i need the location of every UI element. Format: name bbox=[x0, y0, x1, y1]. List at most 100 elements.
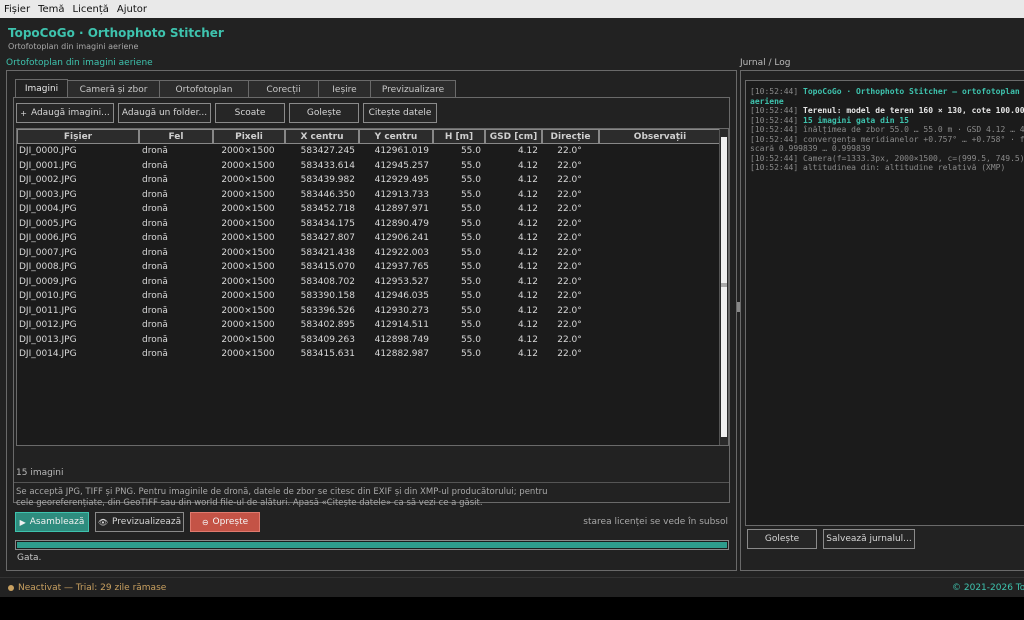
table-cell: 4.12 bbox=[517, 320, 538, 331]
action-bar: ▶ Asamblează 👁 Previzualizează ⊖ Oprește bbox=[15, 512, 260, 532]
column-header[interactable]: Y centru bbox=[359, 129, 433, 144]
table-cell: 22.0° bbox=[557, 320, 582, 331]
table-row[interactable]: DJI_0012.JPG dronă 2000×1500 583402.895 4129… bbox=[17, 318, 721, 333]
menu-theme[interactable]: Temă bbox=[38, 4, 64, 15]
table-row[interactable]: DJI_0008.JPG dronă 2000×1500 583415.070 4129… bbox=[17, 260, 721, 275]
app-title: TopoCoGo · Orthophoto Stitcher bbox=[8, 26, 224, 40]
table-row[interactable]: DJI_0010.JPG dronă 2000×1500 583390.158 4129… bbox=[17, 289, 721, 304]
table-row[interactable]: DJI_0006.JPG dronă 2000×1500 583427.807 4129… bbox=[17, 231, 721, 246]
vertical-scrollbar[interactable] bbox=[719, 129, 728, 445]
table-cell: 4.12 bbox=[517, 334, 538, 345]
menu-file[interactable]: Fișier bbox=[4, 4, 30, 15]
clear-button[interactable]: Golește bbox=[289, 103, 359, 123]
table-cell: DJI_0008.JPG bbox=[19, 262, 77, 273]
read-data-button[interactable]: Citește datele bbox=[363, 103, 437, 123]
log-output[interactable]: [10:52:44] TopoCoGo · Orthophoto Stitche… bbox=[745, 80, 1024, 526]
license-status-text: Neactivat — Trial: 29 zile rămase bbox=[18, 583, 167, 593]
add-images-button[interactable]: + Adaugă imagini... bbox=[16, 103, 114, 123]
ortho-group: Imagini Cameră și zbor Ortofotoplan Core… bbox=[6, 70, 737, 571]
column-header[interactable]: Observații bbox=[599, 129, 721, 144]
table-cell: DJI_0003.JPG bbox=[19, 189, 77, 200]
table-cell bbox=[599, 347, 721, 362]
table-row[interactable]: DJI_0007.JPG dronă 2000×1500 583421.438 4129… bbox=[17, 246, 721, 261]
table-row[interactable]: DJI_0001.JPG dronă 2000×1500 583433.614 4129… bbox=[17, 159, 721, 174]
tab-imagini[interactable]: Imagini bbox=[15, 79, 68, 98]
log-clear-button[interactable]: Golește bbox=[747, 529, 817, 549]
log-text: Camera(f=1333.3px, 2000×1500, c=(999.5, … bbox=[803, 153, 1024, 163]
tab-iesire[interactable]: Ieșire bbox=[318, 80, 371, 98]
log-timestamp: [10:52:44] bbox=[750, 115, 799, 125]
tab-bar: Imagini Cameră și zbor Ortofotoplan Core… bbox=[15, 79, 456, 98]
table-cell: 2000×1500 bbox=[221, 320, 275, 331]
add-folder-button[interactable]: Adaugă un folder... bbox=[118, 103, 211, 123]
remove-button[interactable]: Scoate bbox=[215, 103, 285, 123]
table-cell: DJI_0014.JPG bbox=[19, 349, 77, 360]
status-text: Gata. bbox=[17, 553, 42, 563]
menu-license[interactable]: Licență bbox=[73, 4, 109, 15]
table-cell: 22.0° bbox=[557, 247, 582, 258]
log-text: TopoCoGo · Orthophoto Stitcher — ortofot… bbox=[803, 87, 1024, 96]
column-header[interactable]: Direcție bbox=[542, 129, 599, 144]
table-row[interactable]: DJI_0002.JPG dronă 2000×1500 583439.982 4129… bbox=[17, 173, 721, 188]
menu-bar: Fișier Temă Licență Ajutor bbox=[0, 0, 1024, 18]
table-cell: 22.0° bbox=[557, 276, 582, 287]
table-cell: DJI_0013.JPG bbox=[19, 334, 77, 345]
column-header[interactable]: H [m] bbox=[433, 129, 485, 144]
table-cell: 583409.263 bbox=[300, 334, 355, 345]
table-cell: 2000×1500 bbox=[221, 160, 275, 171]
log-line: [10:52:44] înălțimea de zbor 55.0 … 55.0… bbox=[750, 125, 1024, 135]
images-grid: Fișier Fel Pixeli X centru Y centru H [m] GSD … bbox=[17, 129, 721, 362]
assemble-button[interactable]: ▶ Asamblează bbox=[15, 512, 89, 532]
tab-ortofotoplan[interactable]: Ortofotoplan bbox=[159, 80, 249, 98]
table-cell bbox=[599, 289, 721, 304]
log-timestamp: [10:52:44] bbox=[750, 87, 799, 96]
menu-help[interactable]: Ajutor bbox=[117, 4, 147, 15]
table-row[interactable]: DJI_0003.JPG dronă 2000×1500 583446.350 4129… bbox=[17, 188, 721, 203]
table-row[interactable]: DJI_0013.JPG dronă 2000×1500 583409.263 4128… bbox=[17, 333, 721, 348]
table-row[interactable]: DJI_0014.JPG dronă 2000×1500 583415.631 4128… bbox=[17, 347, 721, 362]
scrollbar-thumb[interactable] bbox=[721, 137, 727, 437]
column-header[interactable]: GSD [cm] bbox=[485, 129, 542, 144]
preview-button[interactable]: 👁 Previzualizează bbox=[95, 512, 184, 532]
table-cell: dronă bbox=[142, 218, 168, 229]
log-timestamp: [10:52:44] bbox=[750, 153, 799, 163]
table-cell: DJI_0001.JPG bbox=[19, 160, 77, 171]
table-cell: 22.0° bbox=[557, 349, 582, 360]
column-header[interactable]: Fel bbox=[139, 129, 213, 144]
table-cell: dronă bbox=[142, 160, 168, 171]
log-buttons: Golește Salvează jurnalul... bbox=[747, 529, 915, 549]
column-header[interactable]: Pixeli bbox=[213, 129, 285, 144]
table-cell: 2000×1500 bbox=[221, 189, 275, 200]
table-row[interactable]: DJI_0009.JPG dronă 2000×1500 583408.702 4129… bbox=[17, 275, 721, 290]
table-row[interactable]: DJI_0004.JPG dronă 2000×1500 583452.718 4128… bbox=[17, 202, 721, 217]
table-cell: 583415.070 bbox=[300, 262, 355, 273]
column-header[interactable]: Fișier bbox=[17, 129, 139, 144]
tab-corectii[interactable]: Corecții bbox=[248, 80, 319, 98]
app-subtitle: Ortofotoplan din imagini aeriene bbox=[8, 42, 139, 51]
table-cell: 412929.495 bbox=[374, 175, 429, 186]
stop-label: Oprește bbox=[212, 517, 249, 527]
tab-previzualizare[interactable]: Previzualizare bbox=[370, 80, 456, 98]
stop-button[interactable]: ⊖ Oprește bbox=[190, 512, 260, 532]
table-cell: 2000×1500 bbox=[221, 233, 275, 244]
preview-label: Previzualizează bbox=[112, 517, 182, 527]
table-header-row: Fișier Fel Pixeli X centru Y centru H [m] GSD … bbox=[17, 129, 721, 144]
table-cell: 2000×1500 bbox=[221, 349, 275, 360]
table-row[interactable]: DJI_0011.JPG dronă 2000×1500 583396.526 4129… bbox=[17, 304, 721, 319]
table-cell bbox=[599, 188, 721, 203]
table-cell: 22.0° bbox=[557, 334, 582, 345]
table-cell: 4.12 bbox=[517, 349, 538, 360]
table-cell bbox=[599, 159, 721, 174]
log-save-button[interactable]: Salvează jurnalul... bbox=[823, 529, 915, 549]
column-header[interactable]: X centru bbox=[285, 129, 359, 144]
table-row[interactable]: DJI_0005.JPG dronă 2000×1500 583434.175 4128… bbox=[17, 217, 721, 232]
images-table: Fișier Fel Pixeli X centru Y centru H [m] GSD … bbox=[16, 128, 729, 446]
tab-camera[interactable]: Cameră și zbor bbox=[67, 80, 160, 98]
table-row[interactable]: DJI_0000.JPG dronă 2000×1500 583427.245 4129… bbox=[17, 144, 721, 159]
log-text: aeriene bbox=[750, 96, 784, 106]
table-cell: DJI_0011.JPG bbox=[19, 305, 77, 316]
log-timestamp: [10:52:44] bbox=[750, 163, 799, 172]
table-cell: 412961.019 bbox=[374, 146, 429, 157]
play-icon: ▶ bbox=[19, 517, 26, 527]
progress-fill bbox=[17, 542, 727, 548]
